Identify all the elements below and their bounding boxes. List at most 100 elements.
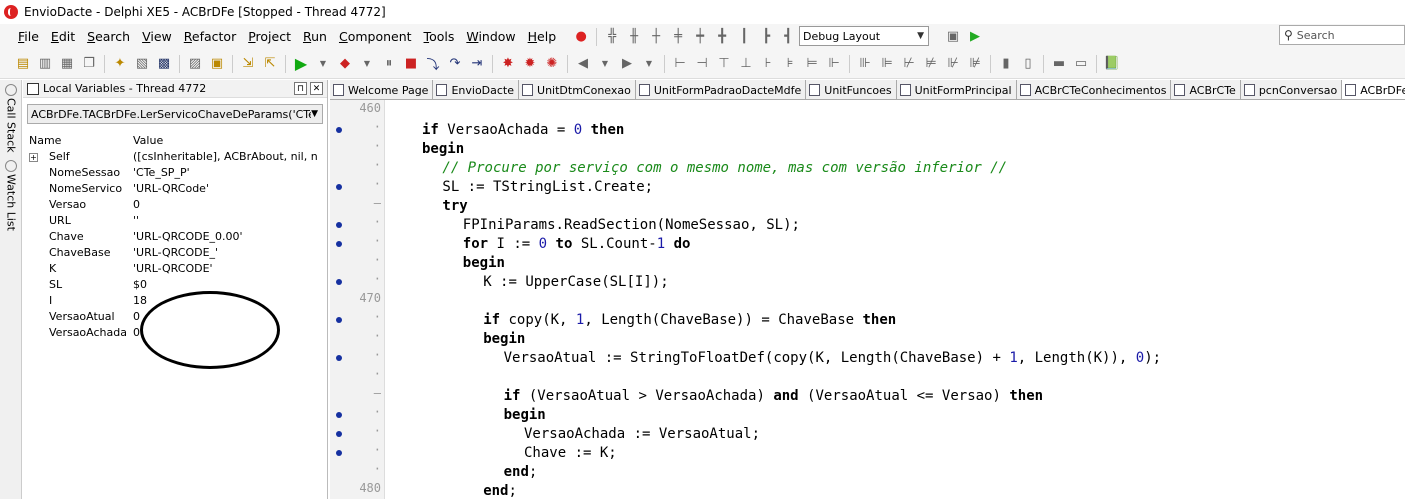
gutter-line[interactable]: · [330,462,385,481]
size-icon[interactable]: ⊯ [966,55,984,73]
gutter-line[interactable]: · [330,367,385,386]
gutter-line[interactable]: 460 [330,101,385,120]
variable-row[interactable]: NomeSessao 'CTe_SP_P' [23,164,327,180]
align-right-icon[interactable]: ⊤ [715,55,733,73]
editor-tab[interactable]: ACBrCTe [1171,80,1241,99]
column-name[interactable]: Name [23,134,133,148]
run-to-cursor-icon[interactable]: ⇥ [468,55,486,73]
align-center-icon[interactable]: ⊣ [693,55,711,73]
order-icon[interactable]: ▮ [997,55,1015,73]
run-dropdown-icon[interactable]: ▼ [314,55,332,73]
code-line[interactable]: K := UpperCase(SL[I]); [483,273,668,292]
menu-edit[interactable]: Edit [45,29,81,44]
gutter-line[interactable]: – [330,196,385,215]
run-without-debug-icon[interactable]: ◆ [336,55,354,73]
gutter-line[interactable]: · [330,443,385,462]
context-select[interactable]: ACBrDFe.TACBrDFe.LerServicoChaveDeParams… [27,104,323,124]
editor-tab[interactable]: EnvioDacte [433,80,520,99]
space-icon[interactable]: ⊩ [825,55,843,73]
variable-row[interactable]: URL '' [23,212,327,228]
pause-icon[interactable]: ⏸ [380,55,398,73]
gutter-line[interactable]: · [330,253,385,272]
breakpoint-dot-icon[interactable] [336,241,342,247]
code-line[interactable]: if copy(K, 1, Length(ChaveBase)) = Chave… [483,311,896,330]
align-icon[interactable]: ╋ [713,28,731,46]
order-icon[interactable]: ▯ [1019,55,1037,73]
grid-icon[interactable]: ▭ [1072,55,1090,73]
gutter-line[interactable]: · [330,310,385,329]
gutter-line[interactable]: · [330,405,385,424]
editor-tab[interactable]: Welcome Page [330,80,434,99]
editor-tab[interactable]: ACBrDFe [1342,80,1405,99]
breakpoint-dot-icon[interactable] [336,184,342,190]
stop-icon[interactable]: ● [572,28,590,46]
save-layout-icon[interactable]: ▣ [944,27,962,45]
menu-search[interactable]: Search [81,29,136,44]
run-icon[interactable]: ▶ [292,54,310,73]
gutter-line[interactable]: · [330,234,385,253]
gutter-line[interactable]: · [330,329,385,348]
size-icon[interactable]: ⊪ [856,55,874,73]
gutter-line[interactable]: · [330,272,385,291]
editor-tab[interactable]: ACBrCTeConhecimentos [1017,80,1172,99]
size-icon[interactable]: ⊮ [944,55,962,73]
code-line[interactable]: for I := 0 to SL.Count-1 do [463,235,691,254]
editor-tab[interactable]: UnitFormPadraoDacteMdfe [636,80,807,99]
package-icon[interactable]: ▣ [208,55,226,73]
breakpoint-dot-icon[interactable] [336,355,342,361]
align-middle-icon[interactable]: ⊦ [759,55,777,73]
gutter-line[interactable]: · [330,424,385,443]
align-top-icon[interactable]: ⊥ [737,55,755,73]
align-bottom-icon[interactable]: ⊧ [781,55,799,73]
size-icon[interactable]: ⊭ [922,55,940,73]
menu-component[interactable]: Component [333,29,418,44]
save-all-icon[interactable]: ▦ [58,55,76,73]
lock-icon[interactable]: ▬ [1050,55,1068,73]
pin-icon[interactable]: ⊓ [294,82,307,95]
code-line[interactable]: FPIniParams.ReadSection(NomeSessao, SL); [463,216,800,235]
breakpoint-dot-icon[interactable] [336,222,342,228]
variable-row[interactable]: + Self ([csInheritable], ACBrAbout, nil, n… [23,148,327,164]
back-icon[interactable]: ◀ [574,55,592,73]
variable-row[interactable]: Chave 'URL-QRCODE_0.00' [23,228,327,244]
layout-select[interactable]: Debug Layout ▼ [799,26,929,46]
align-icon[interactable]: ┼ [647,28,665,46]
align-icon[interactable]: ╫ [625,28,643,46]
forward-dropdown-icon[interactable]: ▼ [640,55,658,73]
breakpoint-icon[interactable]: ✺ [543,55,561,73]
editor-tab[interactable]: UnitFuncoes [806,80,897,99]
new-item-icon[interactable]: ✦ [111,55,129,73]
code-line[interactable]: if VersaoAchada = 0 then [422,121,624,140]
space-equal-icon[interactable]: ⊨ [803,55,821,73]
code-line[interactable]: begin [504,406,546,425]
menu-tools[interactable]: Tools [418,29,461,44]
gutter-line[interactable]: · [330,177,385,196]
size-icon[interactable]: ⊬ [900,55,918,73]
variable-row[interactable]: ChaveBase 'URL-QRCODE_' [23,244,327,260]
code-line[interactable]: end; [483,482,517,499]
align-icon[interactable]: ┿ [691,28,709,46]
new-icon[interactable]: ▤ [14,55,32,73]
code-line[interactable]: try [442,197,467,216]
gutter-line[interactable]: – [330,386,385,405]
editor-tab[interactable]: UnitFormPrincipal [897,80,1017,99]
gutter-line[interactable]: · [330,120,385,139]
gutter-line[interactable]: · [330,158,385,177]
align-icon[interactable]: ┫ [779,28,797,46]
copy-icon[interactable]: ❐ [80,55,98,73]
editor-tab[interactable]: UnitDtmConexao [519,80,636,99]
gutter-line[interactable]: 470 [330,291,385,310]
code-line[interactable]: begin [422,140,464,159]
tab-watch-list[interactable]: Watch List [2,160,20,231]
gutter-line[interactable]: · [330,215,385,234]
align-left-icon[interactable]: ⊢ [671,55,689,73]
align-icon[interactable]: ╪ [669,28,687,46]
open-project-icon[interactable]: ▧ [133,55,151,73]
component-icon[interactable]: ▨ [186,55,204,73]
breakpoint-icon[interactable]: ✹ [521,55,539,73]
stop-program-icon[interactable]: ■ [402,55,420,73]
search-box[interactable]: ⚲ Search [1279,25,1405,45]
breakpoint-dot-icon[interactable] [336,127,342,133]
variable-row[interactable]: SL $0 [23,276,327,292]
gutter-line[interactable]: 480 [330,481,385,499]
